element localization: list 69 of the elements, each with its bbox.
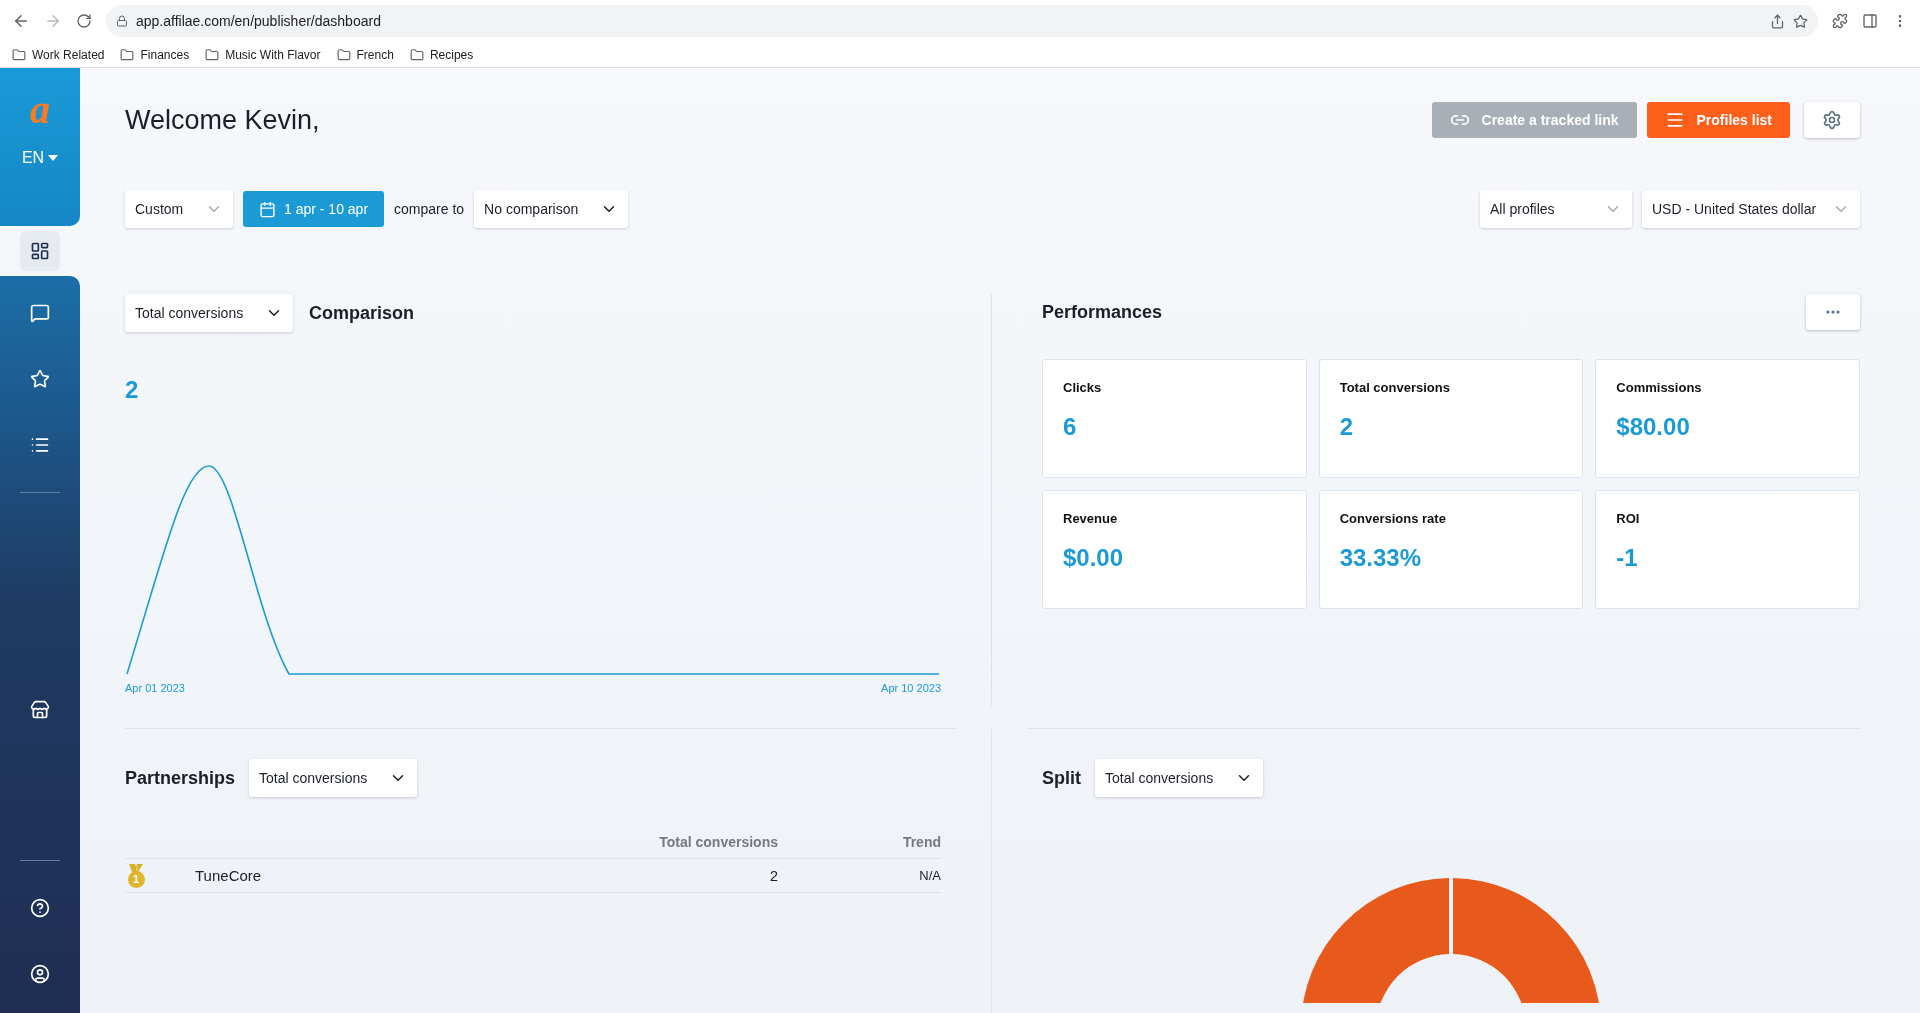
comparison-dropdown[interactable]: No comparison xyxy=(474,190,629,228)
bookmark-link[interactable]: Music With Flavor xyxy=(205,47,321,62)
profiles-dropdown[interactable]: All profiles xyxy=(1480,190,1632,228)
column-header: Trend xyxy=(901,833,941,850)
metric-value: $80.00 xyxy=(1616,413,1691,441)
language-dropdown[interactable]: EN xyxy=(15,148,65,168)
total-value: 2 xyxy=(125,376,140,404)
nav-icon xyxy=(30,241,50,261)
section-title: Performances xyxy=(1042,301,1163,323)
nav-icon xyxy=(30,435,50,455)
section-title: Comparison xyxy=(309,302,414,324)
extensions-icon[interactable] xyxy=(1832,13,1848,29)
compare-label: compare to xyxy=(394,201,465,217)
folder-icon xyxy=(336,47,351,62)
metric-value: 2 xyxy=(1339,413,1354,441)
metric-label: ROI xyxy=(1616,511,1641,526)
nav-icon xyxy=(30,369,50,389)
nav-icon xyxy=(30,964,50,984)
bookmark-link[interactable]: French xyxy=(336,47,394,62)
back-icon[interactable] xyxy=(12,12,30,30)
metric-value: -1 xyxy=(1616,544,1639,572)
bookmark-link[interactable]: Work Related xyxy=(12,47,105,62)
nav-icon xyxy=(30,303,50,323)
ribbon-icon xyxy=(129,863,143,872)
table-cell-text: 2 xyxy=(768,867,778,884)
page-title: Welcome Kevin, xyxy=(125,104,321,136)
bookmark-link[interactable]: Finances xyxy=(120,47,190,62)
partner-name: TuneCore xyxy=(194,867,263,884)
metric-label: Clicks xyxy=(1063,380,1103,395)
column-header: Total conversions xyxy=(658,833,778,850)
bookmark-star-icon[interactable] xyxy=(1793,13,1808,29)
folder-icon xyxy=(205,47,220,62)
metric-label: Conversions rate xyxy=(1339,511,1447,526)
metric-dropdown[interactable]: Total conversions xyxy=(1095,759,1263,797)
axis-label: Apr 10 2023 xyxy=(881,682,941,694)
axis-label: Apr 01 2023 xyxy=(125,682,185,694)
metric-value: 33.33% xyxy=(1339,544,1423,572)
lock-icon xyxy=(116,15,128,27)
reload-icon[interactable] xyxy=(76,13,92,29)
nav-icon xyxy=(30,898,50,918)
logo: a xyxy=(30,90,50,130)
metric-label: Commissions xyxy=(1616,380,1703,395)
metric-label: Revenue xyxy=(1063,511,1119,526)
metric-value: 6 xyxy=(1063,413,1078,441)
address-bar[interactable]: app.affilae.com/en/publisher/dashboard xyxy=(106,5,1818,37)
settings-button[interactable] xyxy=(1804,102,1860,138)
gear-icon xyxy=(1822,110,1842,130)
folder-icon xyxy=(120,47,135,62)
bookmark-link[interactable]: Recipes xyxy=(409,47,474,62)
side-panel-icon[interactable] xyxy=(1862,13,1878,29)
section-title: Partnerships xyxy=(125,767,236,789)
nav-button[interactable] xyxy=(20,231,60,271)
section-title: Split xyxy=(1042,767,1081,789)
metric-dropdown[interactable]: Total conversions xyxy=(125,294,293,332)
rank-medal: 1 xyxy=(127,870,145,888)
share-icon[interactable] xyxy=(1770,13,1785,29)
calendar-icon xyxy=(259,200,276,218)
url-text: app.affilae.com/en/publisher/dashboard xyxy=(136,13,381,29)
metric-label: Total conversions xyxy=(1339,380,1451,395)
period-dropdown[interactable]: Custom xyxy=(125,190,233,228)
currency-dropdown[interactable]: USD - United States dollar xyxy=(1642,190,1860,228)
folder-icon xyxy=(409,47,424,62)
metric-value: $0.00 xyxy=(1063,544,1125,572)
caret-icon xyxy=(48,155,59,161)
folder-icon xyxy=(12,47,26,62)
nav-icon xyxy=(30,700,50,720)
metric-dropdown[interactable]: Total conversions xyxy=(249,759,418,797)
more-icon xyxy=(1826,310,1840,314)
table-cell-text: N/A xyxy=(918,868,941,883)
